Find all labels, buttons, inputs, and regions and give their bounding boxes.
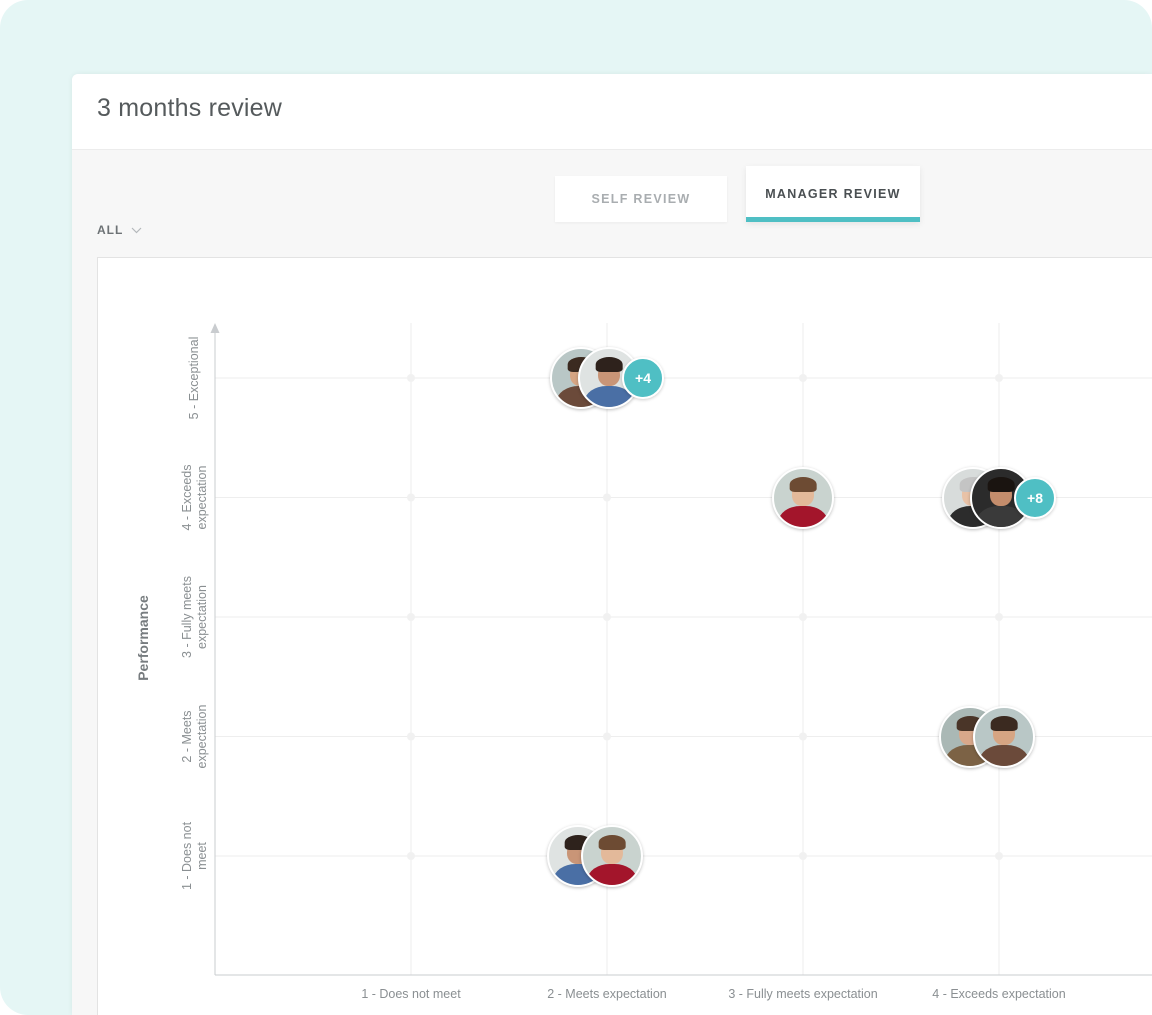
review-card: 3 months review SELF REVIEW MANAGER REVI… — [72, 74, 1152, 1015]
grid-node — [799, 613, 807, 621]
tab-self-review-label: SELF REVIEW — [591, 192, 691, 206]
y-tick-label: 5 - Exceptional — [187, 337, 201, 420]
more-employees-badge[interactable]: +4 — [622, 357, 664, 399]
grid-node — [407, 374, 415, 382]
grid-node — [603, 493, 611, 502]
y-tick-label: 4 - Exceedsexpectation — [180, 464, 209, 530]
avatar-body-shape — [778, 505, 828, 527]
x-tick-label: 2 - Meets expectation — [547, 987, 667, 1001]
avatar-hair-shape — [990, 715, 1018, 731]
grid-node — [799, 852, 807, 860]
grid-node — [995, 613, 1003, 621]
avatar-hair-shape — [789, 476, 817, 492]
filter-selected-value: ALL — [97, 223, 124, 237]
avatar-hair-shape — [987, 476, 1015, 492]
filter-dropdown[interactable]: ALL — [97, 223, 142, 237]
grid-node — [407, 493, 415, 502]
grid-node — [407, 852, 415, 860]
y-axis-arrow-icon — [210, 323, 220, 333]
card-header: 3 months review — [72, 74, 1152, 150]
tab-manager-review[interactable]: MANAGER REVIEW — [746, 166, 920, 222]
grid-node — [995, 374, 1003, 382]
avatar-hair-shape — [598, 835, 626, 851]
page-title: 3 months review — [97, 94, 283, 122]
y-axis-title: Performance — [135, 595, 151, 681]
employee-avatar[interactable] — [581, 825, 643, 887]
grid-node — [407, 613, 415, 621]
x-tick-label: 1 - Does not meet — [361, 987, 461, 1001]
grid-node — [603, 613, 611, 621]
employee-avatar[interactable] — [772, 466, 834, 529]
tab-self-review[interactable]: SELF REVIEW — [555, 176, 727, 222]
x-tick-label: 3 - Fully meets expectation — [728, 987, 877, 1001]
avatar-hair-shape — [595, 357, 623, 373]
chevron-down-icon — [131, 227, 142, 233]
employee-avatar[interactable] — [973, 705, 1035, 768]
y-tick-label: 3 - Fully meetsexpectation — [180, 576, 209, 658]
chart-panel: 1 - Does not meet 2 - Meets expectation 3 … — [97, 257, 1152, 1015]
grid-node — [995, 852, 1003, 860]
grid-node — [603, 732, 611, 741]
avatar-body-shape — [587, 864, 637, 885]
y-tick-label: 1 - Does notmeet — [180, 821, 209, 890]
more-employees-badge[interactable]: +8 — [1014, 476, 1056, 519]
x-tick-label: 4 - Exceeds expectation — [932, 987, 1065, 1001]
active-tab-indicator — [746, 217, 920, 222]
y-tick-label: 2 - Meetsexpectation — [180, 704, 209, 768]
grid-node — [407, 732, 415, 741]
grid-node — [799, 374, 807, 382]
grid-node — [799, 732, 807, 741]
tab-manager-review-label: MANAGER REVIEW — [765, 187, 901, 201]
avatar-body-shape — [979, 744, 1029, 766]
